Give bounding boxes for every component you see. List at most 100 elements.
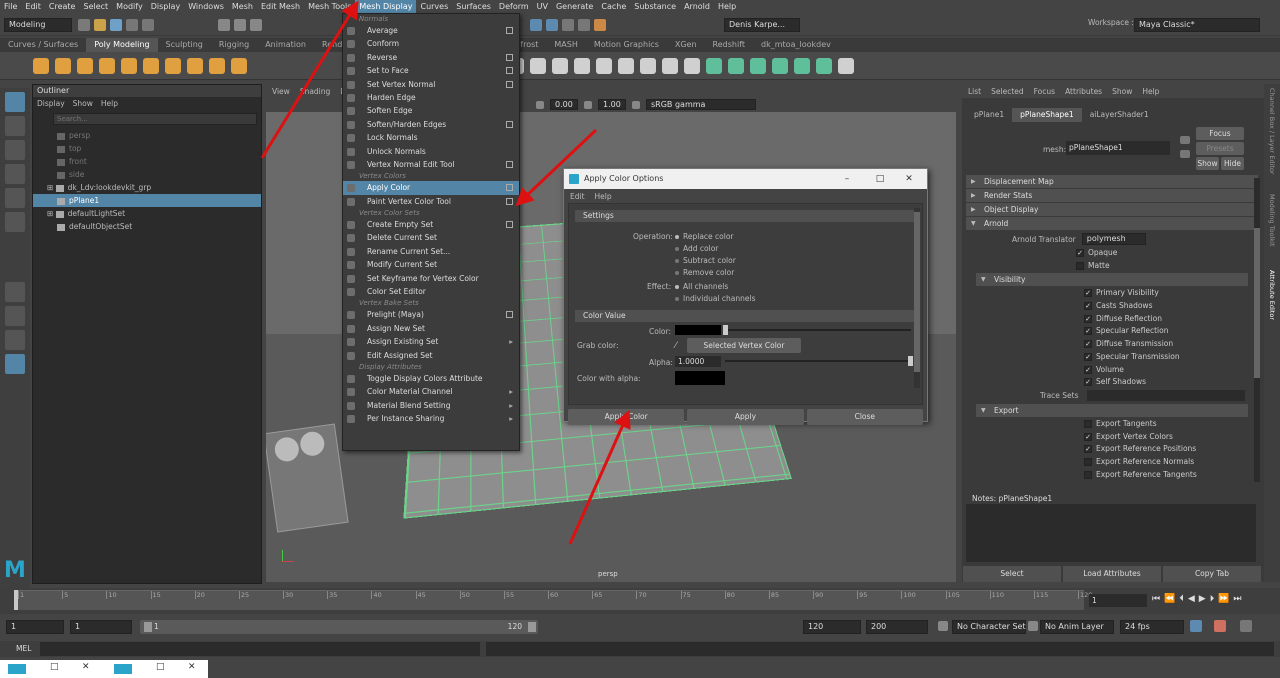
shelf-tab-redshift[interactable]: Redshift xyxy=(705,38,753,52)
ae-tab-pplane1[interactable]: pPlane1 xyxy=(966,108,1012,122)
casts-shadows-checkbox[interactable]: ✓ Casts Shadows xyxy=(1084,300,1258,313)
shelf-tab-rigging[interactable]: Rigging xyxy=(211,38,257,52)
mirror-icon[interactable] xyxy=(794,58,810,74)
outliner-item-pplane1[interactable]: pPlane1 xyxy=(33,194,261,207)
move-tool-icon[interactable] xyxy=(5,164,25,184)
menu-arnold[interactable]: Arnold xyxy=(680,0,714,14)
ae-menu-focus[interactable]: Focus xyxy=(1034,87,1055,96)
arnold-render-icon[interactable] xyxy=(594,19,606,31)
render-icon[interactable] xyxy=(530,19,542,31)
playback-end-field[interactable]: 120 xyxy=(803,620,861,634)
gamma-icon[interactable] xyxy=(584,101,592,109)
menu-help[interactable]: Help xyxy=(714,0,740,14)
menu-item-assign-new-set[interactable]: Assign New Set xyxy=(343,322,519,335)
character-set-dropdown[interactable]: No Character Set xyxy=(952,620,1026,634)
playback-start-field[interactable]: 1 xyxy=(70,620,132,634)
poly-sphere-icon[interactable] xyxy=(33,58,49,74)
go-to-end-icon[interactable]: ⏭ xyxy=(1233,594,1241,604)
radio-replace-color[interactable]: Replace color xyxy=(675,232,736,244)
menu-item-material-blend-setting[interactable]: Material Blend Setting ▸ xyxy=(343,399,519,412)
arnold-section[interactable]: Arnold xyxy=(966,217,1258,230)
merge-icon[interactable] xyxy=(596,58,612,74)
export-tangents-checkbox[interactable]: Export Tangents xyxy=(1084,418,1258,431)
menu-modify[interactable]: Modify xyxy=(112,0,147,14)
displacement-map-section[interactable]: Displacement Map xyxy=(966,175,1258,188)
menu-mesh[interactable]: Mesh xyxy=(228,0,257,14)
ae-tab-ailayershader1[interactable]: aiLayerShader1 xyxy=(1082,108,1157,122)
ae-tab-pplaneshape1[interactable]: pPlaneShape1 xyxy=(1012,108,1082,122)
menu-item-conform[interactable]: Conform xyxy=(343,37,519,50)
radio-individual-channels[interactable]: Individual channels xyxy=(675,294,756,306)
menu-item-lock-normals[interactable]: Lock Normals xyxy=(343,131,519,144)
save-scene-icon[interactable] xyxy=(110,19,122,31)
shelf-tab-xgen[interactable]: XGen xyxy=(667,38,705,52)
menu-item-vertex-normal-edit-tool[interactable]: Vertex Normal Edit Tool xyxy=(343,158,519,171)
menu-mesh-tools[interactable]: Mesh Tools xyxy=(304,0,355,14)
open-scene-icon[interactable] xyxy=(94,19,106,31)
menu-item-prelight-maya[interactable]: Prelight (Maya) xyxy=(343,308,519,321)
bridge-icon[interactable] xyxy=(530,58,546,74)
visibility-section[interactable]: Visibility xyxy=(976,273,1248,286)
radio-all-channels[interactable]: All channels xyxy=(675,282,756,294)
menu-item-rename-current-set[interactable]: Rename Current Set... xyxy=(343,245,519,258)
color-management-icon[interactable] xyxy=(632,101,640,109)
matte-checkbox[interactable]: Matte xyxy=(1076,260,1258,273)
exposure-icon[interactable] xyxy=(536,101,544,109)
step-forward-key-icon[interactable]: ⏩ xyxy=(1218,594,1229,604)
anim-layer-icon[interactable] xyxy=(1028,621,1038,631)
menu-item-modify-current-set[interactable]: Modify Current Set xyxy=(343,258,519,271)
poly-torus-icon[interactable] xyxy=(143,58,159,74)
poly-plane-icon[interactable] xyxy=(121,58,137,74)
viewport-menu-view[interactable]: View xyxy=(272,87,290,96)
option-box-icon[interactable] xyxy=(506,81,513,88)
menu-item-set-keyframe-for-vertex-color[interactable]: Set Keyframe for Vertex Color xyxy=(343,272,519,285)
fps-dropdown[interactable]: 24 fps xyxy=(1120,620,1184,634)
select-tool-icon[interactable] xyxy=(5,92,25,112)
workspace-dropdown[interactable]: Maya Classic* xyxy=(1134,18,1260,32)
exposure-field[interactable]: 0.00 xyxy=(550,99,578,110)
specular-transmission-checkbox[interactable]: ✓ Specular Transmission xyxy=(1084,351,1258,364)
smooth-icon[interactable] xyxy=(750,58,766,74)
color-swatch[interactable] xyxy=(675,325,721,335)
select-component-icon[interactable] xyxy=(250,19,262,31)
alpha-slider[interactable] xyxy=(725,360,911,362)
redo-icon[interactable] xyxy=(142,19,154,31)
ae-menu-selected[interactable]: Selected xyxy=(991,87,1024,96)
radio-remove-color[interactable]: Remove color xyxy=(675,268,736,280)
outliner-item-top[interactable]: top xyxy=(33,142,261,155)
object-display-section[interactable]: Object Display xyxy=(966,203,1258,216)
current-frame-field[interactable]: 1 xyxy=(1089,594,1147,607)
side-by-side-layout-icon[interactable] xyxy=(5,330,25,350)
view-transform-dropdown[interactable]: sRGB gamma xyxy=(646,99,756,110)
menu-item-color-material-channel[interactable]: Color Material Channel ▸ xyxy=(343,385,519,398)
range-start-handle[interactable] xyxy=(144,622,152,632)
self-shadows-checkbox[interactable]: ✓ Self Shadows xyxy=(1084,376,1258,389)
load-attributes-button[interactable]: Load Attributes xyxy=(1063,566,1161,582)
select-object-icon[interactable] xyxy=(234,19,246,31)
shelf-tab-sculpting[interactable]: Sculpting xyxy=(158,38,211,52)
diffuse-transmission-checkbox[interactable]: ✓ Diffuse Transmission xyxy=(1084,338,1258,351)
time-slider[interactable]: 1 5 10 15 20 25 30 35 40 45 50 55 60 65 70 75 80 85 90 95 10… xyxy=(0,588,1280,614)
render-settings-icon[interactable] xyxy=(562,19,574,31)
outliner-item-defaultlightset[interactable]: ⊞ defaultLightSet xyxy=(33,207,261,220)
shelf-tab-poly-modeling[interactable]: Poly Modeling xyxy=(86,38,157,52)
connect-icon[interactable] xyxy=(684,58,700,74)
menu-edit[interactable]: Edit xyxy=(21,0,45,14)
menu-item-per-instance-sharing[interactable]: Per Instance Sharing ▸ xyxy=(343,412,519,425)
option-box-icon[interactable] xyxy=(506,67,513,74)
ae-menu-show[interactable]: Show xyxy=(1112,87,1132,96)
close-button[interactable]: Close xyxy=(807,409,923,425)
uv-editor-icon[interactable] xyxy=(816,58,832,74)
hide-button[interactable]: Hide xyxy=(1221,157,1244,170)
radio-subtract-color[interactable]: Subtract color xyxy=(675,256,736,268)
poly-cube-icon[interactable] xyxy=(55,58,71,74)
shelf-tab-motion-graphics[interactable]: Motion Graphics xyxy=(586,38,667,52)
menu-file[interactable]: File xyxy=(0,0,21,14)
lasso-tool-icon[interactable] xyxy=(5,116,25,136)
restore-window-1-icon[interactable]: □ xyxy=(50,662,59,672)
primary-visibility-checkbox[interactable]: ✓ Primary Visibility xyxy=(1084,287,1258,300)
color-slider-handle[interactable] xyxy=(723,325,728,335)
menu-item-delete-current-set[interactable]: Delete Current Set xyxy=(343,231,519,244)
quad-draw-icon[interactable] xyxy=(640,58,656,74)
poly-disc-icon[interactable] xyxy=(165,58,181,74)
